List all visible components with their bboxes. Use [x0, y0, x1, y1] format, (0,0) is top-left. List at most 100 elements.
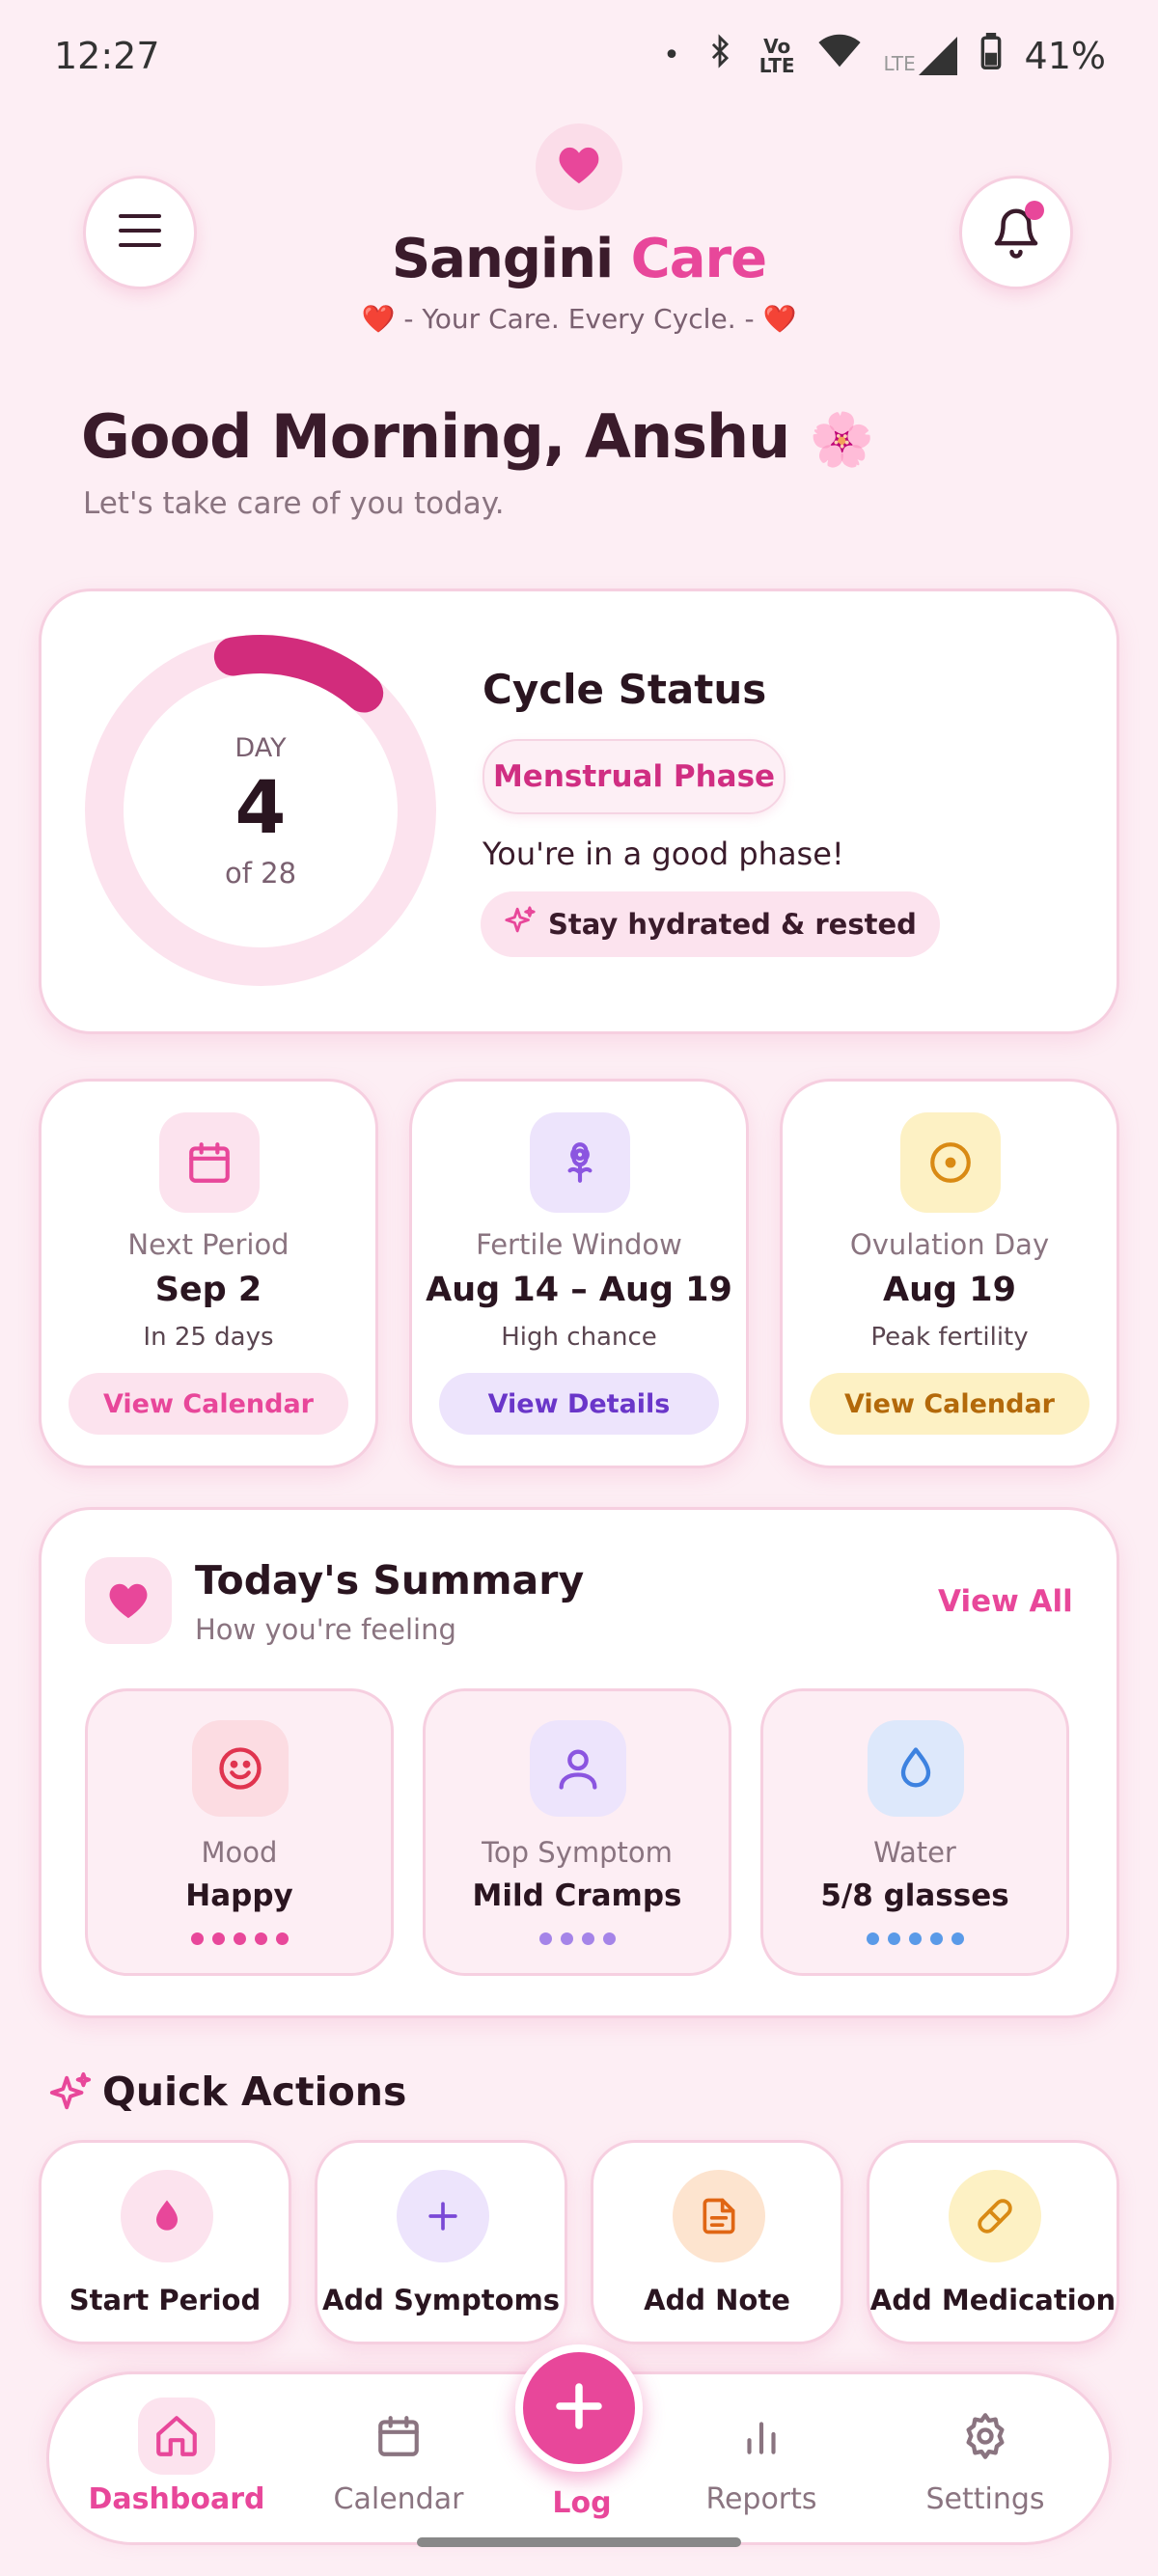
- level-dot: [275, 1932, 289, 1945]
- battery-icon: [980, 33, 1002, 78]
- level-dot: [233, 1932, 246, 1945]
- smile-icon: [192, 1720, 289, 1817]
- wifi-icon: [817, 34, 861, 77]
- bluetooth-icon: [703, 33, 736, 78]
- status-icons: • Vo LTE LTE 41%: [663, 33, 1106, 78]
- nav-settings-label: Settings: [925, 2482, 1045, 2516]
- add-note-label: Add Note: [644, 2284, 790, 2316]
- greeting-title: Good Morning, Anshu 🌸: [81, 401, 874, 472]
- status-dot: •: [663, 39, 680, 72]
- water-value: 5/8 glasses: [820, 1878, 1009, 1913]
- top-symptom-value: Mild Cramps: [472, 1878, 682, 1913]
- ovulation-day-value: Aug 19: [883, 1271, 1016, 1309]
- add-medication-button[interactable]: Add Medication: [867, 2140, 1119, 2344]
- level-dot: [602, 1932, 616, 1945]
- nav-reports-label: Reports: [705, 2482, 817, 2516]
- cycle-day-number: 4: [234, 764, 287, 850]
- view-all-link[interactable]: View All: [938, 1584, 1073, 1619]
- start-period-button[interactable]: Start Period: [39, 2140, 291, 2344]
- target-icon: [900, 1112, 1001, 1213]
- add-symptoms-button[interactable]: Add Symptoms: [315, 2140, 567, 2344]
- plus-icon: [550, 2377, 608, 2439]
- note-icon: [673, 2170, 765, 2262]
- fertile-window-card[interactable]: Fertile Window Aug 14 – Aug 19 High chan…: [409, 1079, 749, 1468]
- tagline: ❤️ - Your Care. Every Cycle. - ❤️: [361, 303, 797, 335]
- ovulation-day-label: Ovulation Day: [849, 1228, 1050, 1261]
- blood-drop-icon: [121, 2170, 213, 2262]
- top-symptom-tile[interactable]: Top Symptom Mild Cramps: [423, 1688, 731, 1976]
- nav-dashboard-label: Dashboard: [88, 2482, 265, 2516]
- fertile-window-value: Aug 14 – Aug 19: [426, 1271, 732, 1309]
- home-indicator: [417, 2537, 741, 2547]
- ring-progress-arc: [213, 635, 384, 713]
- heart-icon: [557, 145, 601, 189]
- mood-tile[interactable]: Mood Happy: [85, 1688, 394, 1976]
- level-dot: [866, 1932, 879, 1945]
- home-icon: [138, 2398, 215, 2475]
- next-period-label: Next Period: [127, 1228, 290, 1261]
- sparkles-icon: [48, 2070, 93, 2119]
- notification-dot: [1025, 201, 1044, 220]
- mood-value: Happy: [185, 1878, 293, 1913]
- brand-heart-badge: [536, 123, 622, 210]
- cycle-day-label: DAY: [234, 733, 287, 763]
- status-bar: 12:27 • Vo LTE LTE 41%: [0, 0, 1158, 116]
- top-symptom-label: Top Symptom: [482, 1836, 673, 1869]
- add-symptoms-label: Add Symptoms: [321, 2284, 561, 2316]
- summary-subtitle: How you're feeling: [195, 1613, 456, 1646]
- level-dot: [538, 1932, 552, 1945]
- next-period-card[interactable]: Next Period Sep 2 In 25 days View Calend…: [39, 1079, 378, 1468]
- nav-dashboard[interactable]: Dashboard: [80, 2374, 273, 2548]
- add-note-button[interactable]: Add Note: [591, 2140, 843, 2344]
- drop-icon: [868, 1720, 964, 1817]
- calendar-icon: [360, 2398, 437, 2475]
- water-label: Water: [873, 1836, 956, 1869]
- cycle-message: You're in a good phase!: [482, 836, 844, 872]
- mood-level-dots: [88, 1932, 391, 1945]
- plus-icon: [397, 2170, 489, 2262]
- level-dot: [908, 1932, 922, 1945]
- cycle-length-label: of 28: [224, 857, 297, 890]
- water-level-dots: [763, 1932, 1066, 1945]
- start-period-label: Start Period: [69, 2284, 262, 2316]
- view-details-button[interactable]: View Details: [439, 1373, 719, 1435]
- greeting-subtitle: Let's take care of you today.: [83, 486, 505, 521]
- level-dot: [887, 1932, 900, 1945]
- calendar-icon: [159, 1112, 260, 1213]
- flower-icon: [530, 1112, 630, 1213]
- nav-calendar-label: Calendar: [333, 2482, 464, 2516]
- signal-icon: LTE: [884, 36, 957, 75]
- app-title: Sangini Care: [391, 228, 767, 290]
- bar-chart-icon: [723, 2398, 800, 2475]
- gear-icon: [947, 2398, 1024, 2475]
- nav-log-label: Log: [552, 2486, 612, 2520]
- ovulation-day-note: Peak fertility: [870, 1323, 1029, 1352]
- cycle-status-title: Cycle Status: [482, 666, 767, 713]
- level-dot: [929, 1932, 943, 1945]
- level-dot: [190, 1932, 204, 1945]
- level-dot: [211, 1932, 225, 1945]
- nav-reports[interactable]: Reports: [665, 2374, 858, 2548]
- level-dot: [254, 1932, 267, 1945]
- log-fab-button[interactable]: [515, 2344, 643, 2472]
- summary-heart-icon: [85, 1557, 172, 1644]
- view-calendar-button-ovulation[interactable]: View Calendar: [810, 1373, 1089, 1435]
- add-medication-label: Add Medication: [869, 2284, 1117, 2316]
- summary-title: Today's Summary: [195, 1557, 585, 1603]
- nav-settings[interactable]: Settings: [889, 2374, 1082, 2548]
- fertile-window-note: High chance: [501, 1323, 657, 1352]
- view-calendar-button[interactable]: View Calendar: [69, 1373, 348, 1435]
- level-dot: [560, 1932, 573, 1945]
- volte-indicator: Vo LTE: [758, 34, 795, 77]
- symptom-level-dots: [426, 1932, 729, 1945]
- person-icon: [530, 1720, 626, 1817]
- ovulation-day-card[interactable]: Ovulation Day Aug 19 Peak fertility View…: [780, 1079, 1119, 1468]
- nav-calendar[interactable]: Calendar: [302, 2374, 495, 2548]
- status-time: 12:27: [54, 35, 160, 77]
- next-period-note: In 25 days: [143, 1323, 274, 1352]
- next-period-value: Sep 2: [154, 1271, 262, 1309]
- mood-label: Mood: [201, 1836, 278, 1869]
- pill-icon: [949, 2170, 1041, 2262]
- level-dot: [951, 1932, 964, 1945]
- water-tile[interactable]: Water 5/8 glasses: [760, 1688, 1069, 1976]
